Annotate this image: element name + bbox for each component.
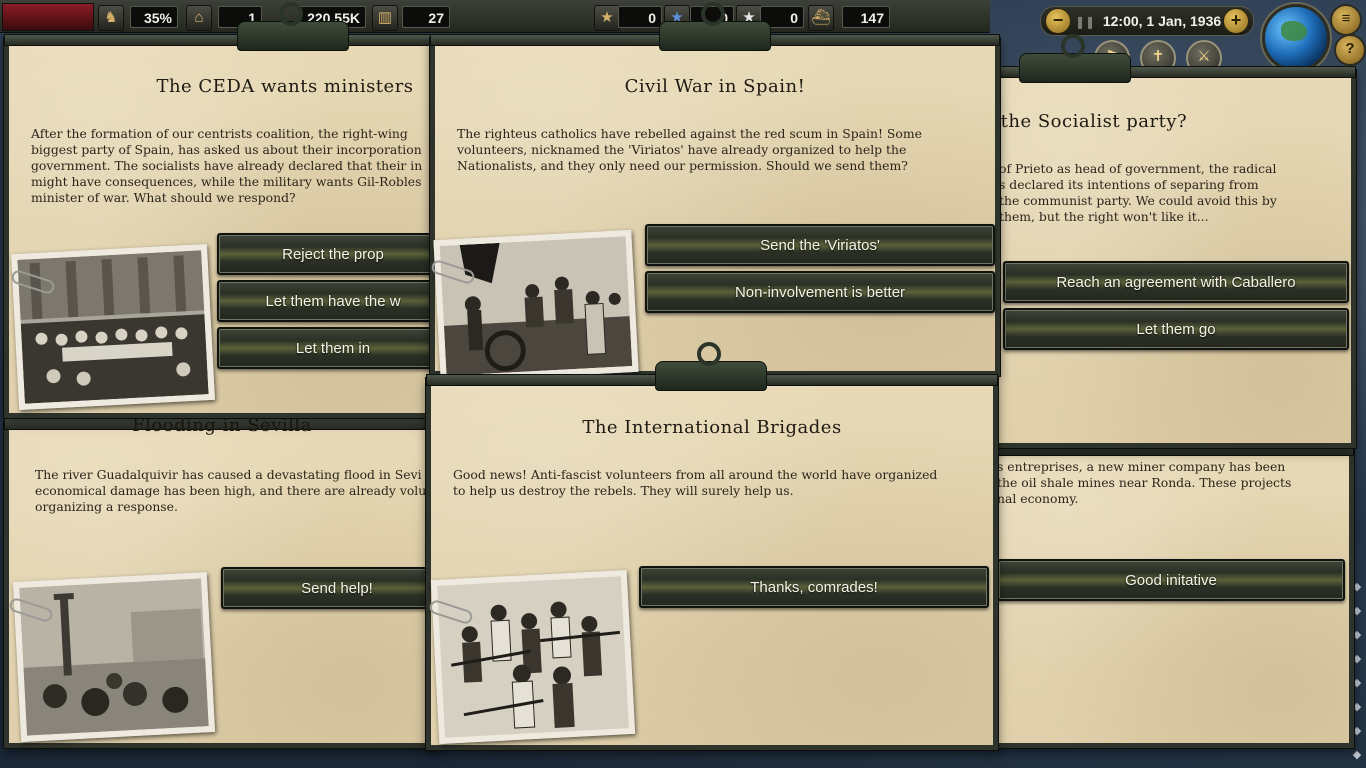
event-option-button[interactable]: Reject the prop [217,233,449,275]
clipboard-clip [655,342,767,391]
date-speed-control: − ❚❚ 12:00, 1 Jan, 1936 + [1040,6,1254,36]
event-window-socialist-party[interactable]: k the Socialist party? of Prieto as head… [983,34,1356,448]
event-title: The CEDA wants ministers [156,76,414,97]
pause-icon[interactable]: ❚❚ [1075,15,1095,29]
event-window-international-brigades[interactable]: The International Brigades Good news! An… [426,342,998,750]
side-tool-icon[interactable]: ◆ [1350,748,1364,762]
event-window-ceda[interactable]: The CEDA wants ministers After the forma… [4,2,449,418]
help-icon[interactable]: ? [1334,34,1366,66]
speed-down-button[interactable]: − [1045,8,1071,34]
menu-icon[interactable]: ≡ [1330,4,1362,36]
event-photo [430,569,636,745]
event-option-button[interactable]: Send help! [221,567,453,609]
stability-value[interactable]: 35% [130,6,178,28]
event-title: The International Brigades [582,417,842,438]
event-option-button[interactable]: Non-involvement is better [645,271,995,313]
event-description: The river Guadalquivir has caused a deva… [35,467,427,514]
current-date: 12:00, 1 Jan, 1936 [1102,13,1222,29]
event-title: k the Socialist party? [983,111,1188,132]
event-option-button[interactable]: Let them go [1003,308,1349,350]
event-photo [11,243,215,411]
event-window-mining[interactable]: s entreprises, a new miner company has b… [992,444,1354,748]
event-description: s entreprises, a new miner company has b… [997,459,1292,506]
event-description: Good news! Anti-fascist volunteers from … [453,467,938,498]
political-power-icon: ⌂ [186,5,212,31]
event-description: of Prieto as head of government, the rad… [999,161,1277,224]
factory-icon: ▥ [372,5,398,31]
event-title: Civil War in Spain! [624,76,806,97]
globe-map-mode-icon[interactable] [1262,4,1330,72]
event-option-button[interactable]: Reach an agreement with Caballero [1003,261,1349,303]
event-description: After the formation of our centrists coa… [31,126,423,205]
army-experience-value[interactable]: 0 [618,6,662,28]
clipboard-clip [659,2,771,51]
event-window-civil-war[interactable]: Civil War in Spain! The righteus catholi… [429,2,1000,383]
stability-icon: ♞ [98,5,124,31]
event-option-button[interactable]: Let them in [217,327,449,369]
event-photo [433,229,639,383]
event-description: The righteus catholics have rebelled aga… [457,126,922,173]
event-option-button[interactable]: Send the 'Viriatos' [645,224,995,266]
event-window-flooding[interactable]: Flooding in Sevilla The river Guadalquiv… [4,415,453,748]
country-flag[interactable] [2,3,94,31]
event-option-button[interactable]: Good initative [997,559,1345,601]
top-resource-bar: ♞ 35% ⌂ 1 220.55K ▥ 27 ★ 0 ★ 0 ★ 0 ⛴ 147 [0,0,990,33]
event-photo [12,572,216,742]
army-experience-icon: ★ [594,5,620,31]
clipboard-clip [237,2,349,51]
clipboard-clip [1019,34,1131,83]
speed-up-button[interactable]: + [1223,8,1249,34]
convoy-icon: ⛴ [808,5,834,31]
factories-value[interactable]: 27 [402,6,450,28]
event-option-button[interactable]: Let them have the w [217,280,449,322]
convoys-value[interactable]: 147 [842,6,890,28]
event-title: Flooding in Sevilla [132,415,312,436]
event-option-button[interactable]: Thanks, comrades! [639,566,989,608]
